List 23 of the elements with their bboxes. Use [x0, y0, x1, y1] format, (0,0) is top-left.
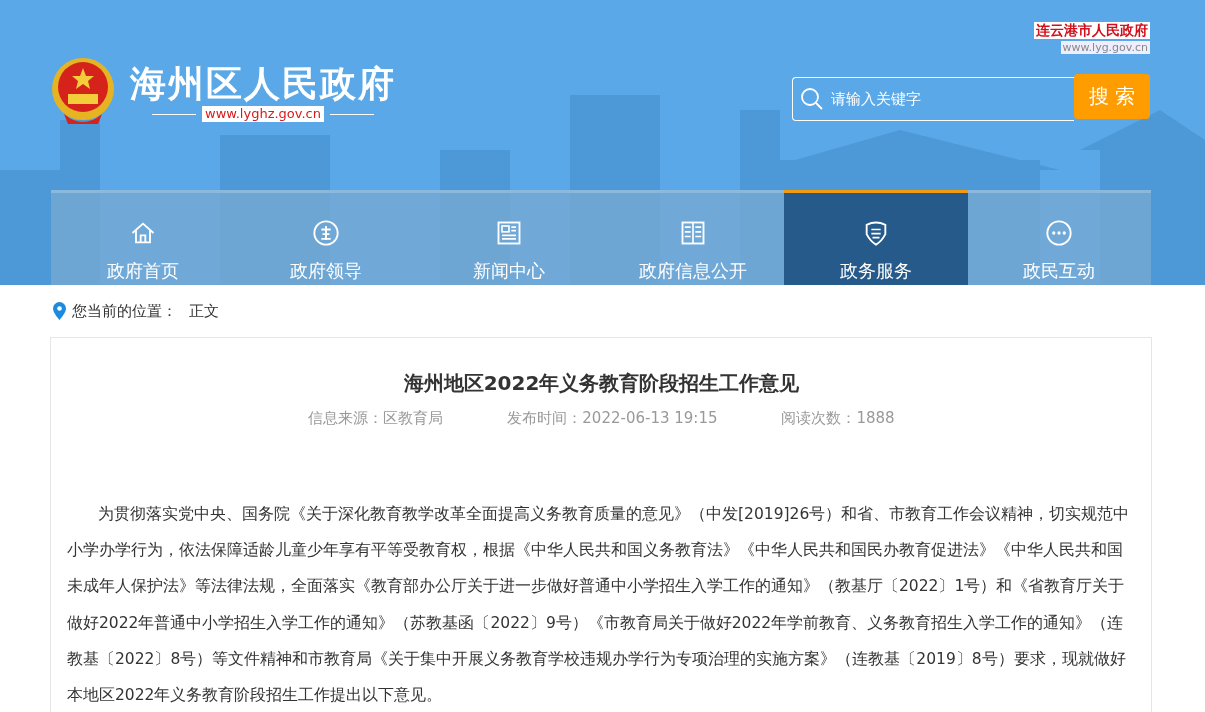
parent-site-link[interactable]: 连云港市人民政府: [1034, 22, 1150, 39]
nav-tab[interactable]: 政府领导: [234, 190, 418, 285]
chat-bubble-icon: [1045, 219, 1074, 247]
breadcrumb-current[interactable]: 正文: [189, 301, 219, 321]
circle-emblem-icon: [312, 219, 340, 247]
site-url: www.lyghz.gov.cn: [202, 106, 324, 122]
site-title: 海州区人民政府: [130, 62, 396, 106]
nav-tab[interactable]: 新闻中心: [417, 190, 601, 285]
nav-tab[interactable]: 政民互动: [967, 190, 1151, 285]
article-paragraph: 为贯彻落实党中央、国务院《关于深化教育教学改革全面提高义务教育质量的意见》（中发[2019]26号）和省、市教育工作会议精神，切实规范中小学办学行为，依法保障适龄儿童少年享有平等受教育权，根据《中华人民共和国义务教育法》《中华人民共和国民办教育促进法》《中华人民共和国未成年人保护法》等法律法规，全面落实《教育部办公厅关于进一步做好普通中小学招生入学工作的通知》（教基厅〔2022〕1号）和《省教育厅关于做好2022年普通中小学招生入学工作的通知》（苏教基函〔2022〕9号）《市教育局关于做好2022年学前教育、义务教育招生入学工作的通知》（连教基〔2022〕8号）等文件精神和市教育局《关于集中开展义务教育学校违规办学行为专项治理的实施方案》（连教基〔2019〕8号）要求，现就做好本地区2022年义务教育阶段招生工作提出以下意见。: [67, 504, 1131, 706]
article-title: 海州地区2022年义务教育阶段招生工作意见: [402, 370, 801, 397]
search-field[interactable]: 请输入关键字: [792, 77, 1074, 121]
article-meta: 发布时间：2022-06-13 19:15: [507, 408, 718, 428]
search-icon: [800, 87, 824, 111]
nav-tab[interactable]: 政务服务: [784, 190, 968, 285]
parent-site-url[interactable]: www.lyg.gov.cn: [1060, 41, 1150, 54]
article-meta: 信息来源：区教育局: [308, 408, 444, 428]
nav-tab[interactable]: 政府信息公开: [601, 190, 785, 285]
search-button[interactable]: 搜 索: [1074, 74, 1150, 119]
breadcrumb-label: 您当前的位置：: [72, 301, 177, 321]
nav-tab[interactable]: 政府首页: [51, 190, 235, 285]
article-meta: 阅读次数：1888: [781, 408, 895, 428]
location-pin-icon: [53, 302, 66, 320]
